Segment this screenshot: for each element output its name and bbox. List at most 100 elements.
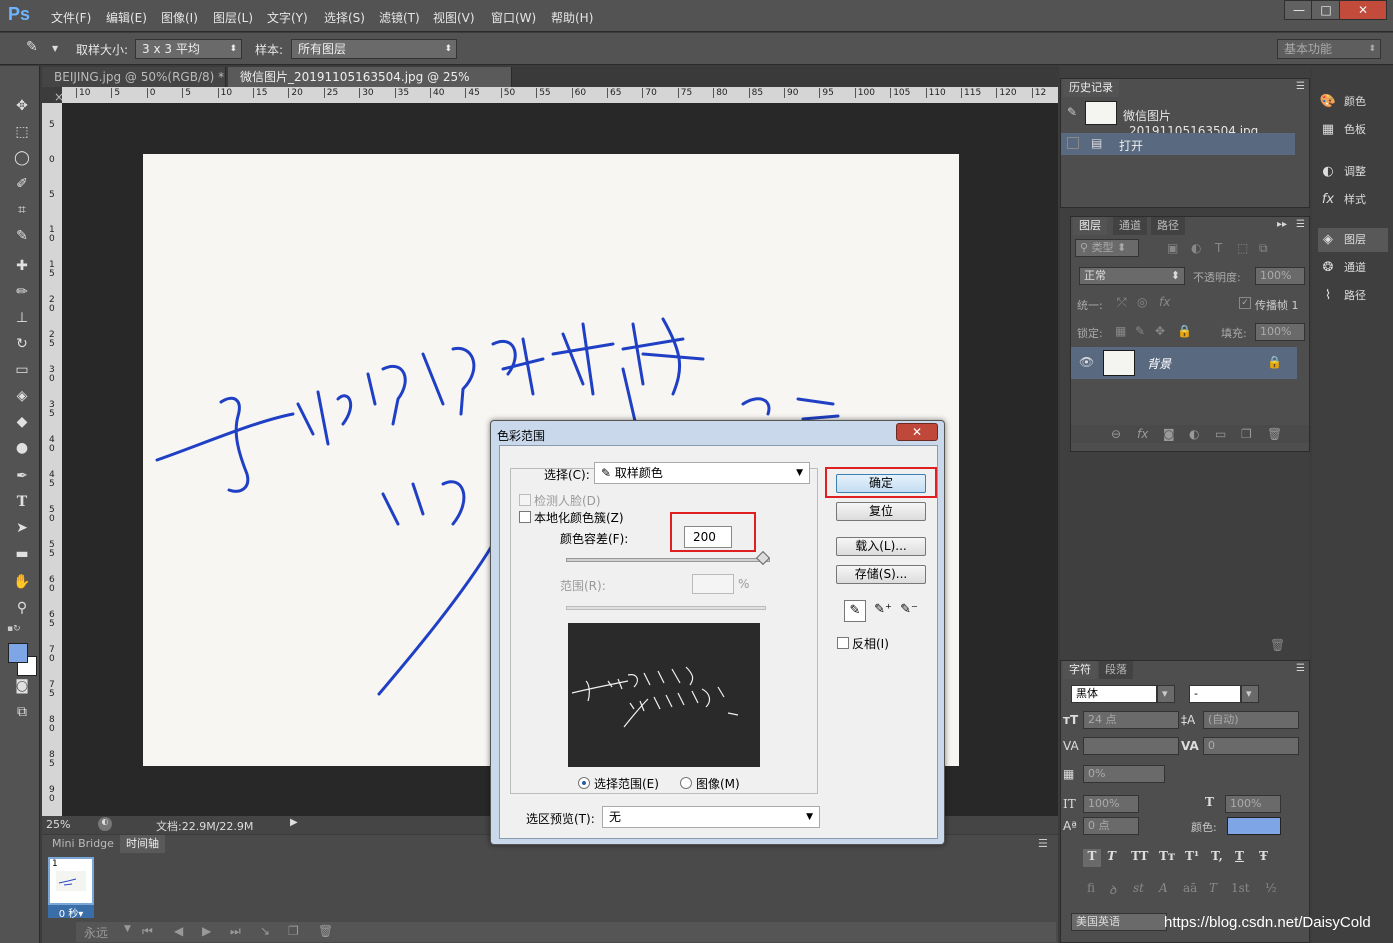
horizontal-scale-field[interactable]: 100% xyxy=(1225,795,1281,813)
frame-delay[interactable]: 0 秒▾ xyxy=(48,905,94,920)
vertical-scale-field[interactable]: 100% xyxy=(1083,795,1139,813)
menu-select[interactable]: 选择(S) xyxy=(324,9,365,26)
workspace-select[interactable]: 基本功能 ⬍ xyxy=(1277,39,1381,59)
close-window-button[interactable]: ✕ xyxy=(1339,0,1387,20)
crop-tool-icon[interactable]: ⌗ xyxy=(12,200,32,220)
filter-pixel-icon[interactable]: ▣ xyxy=(1167,241,1178,255)
tracking-field[interactable]: 0 xyxy=(1203,737,1299,755)
swatches-panel-button[interactable]: ▦ 色板 xyxy=(1318,118,1388,142)
eyedropper-tool-icon[interactable]: ✎ xyxy=(26,39,38,55)
dodge-tool-icon[interactable]: ● xyxy=(12,438,32,458)
opacity-field[interactable]: 100% xyxy=(1255,267,1305,285)
menu-window[interactable]: 窗口(W) xyxy=(491,9,536,26)
old-style-button[interactable]: ꝺ xyxy=(1109,881,1116,898)
invert-checkbox[interactable] xyxy=(837,637,849,649)
path-select-icon[interactable]: ➤ xyxy=(12,518,32,538)
unify-position-icon[interactable]: ⤱ xyxy=(1117,295,1127,310)
lock-transparent-icon[interactable]: ▦ xyxy=(1115,324,1126,338)
zoom-level[interactable]: 25% xyxy=(46,818,70,831)
loop-chevron-icon[interactable]: ▼ xyxy=(124,924,131,934)
tab-mini-bridge[interactable]: Mini Bridge xyxy=(46,835,120,853)
fractions-button[interactable]: ½ xyxy=(1265,881,1277,895)
tab-wechat-image[interactable]: 微信图片_20191105163504.jpg @ 25%(RGB/8) × xyxy=(228,67,512,104)
quick-mask-icon[interactable]: ◙ xyxy=(12,676,32,696)
panel-menu-icon[interactable]: ☰ xyxy=(1296,219,1305,230)
tab-character[interactable]: 字符 xyxy=(1063,661,1097,679)
layer-filter-select[interactable]: ⚲ 类型 ⬍ xyxy=(1075,239,1139,257)
ordinals-button[interactable]: 1st xyxy=(1231,881,1250,895)
kerning-field[interactable] xyxy=(1083,737,1179,755)
hand-tool-icon[interactable]: ✋ xyxy=(12,572,32,592)
fuzziness-slider-track[interactable] xyxy=(566,558,770,562)
pen-tool-icon[interactable]: ✒ xyxy=(12,466,32,486)
menu-help[interactable]: 帮助(H) xyxy=(551,9,593,26)
font-style-field[interactable]: - xyxy=(1189,685,1241,703)
load-button[interactable]: 载入(L)... xyxy=(836,537,926,556)
tab-layers[interactable]: 图层 xyxy=(1073,217,1107,235)
selection-preview-dropdown[interactable]: 无 ▼ xyxy=(602,806,820,828)
new-group-icon[interactable]: ▭ xyxy=(1215,427,1226,441)
type-tool-icon[interactable]: T xyxy=(12,492,32,512)
add-mask-icon[interactable]: ◙ xyxy=(1163,427,1175,441)
selection-radio[interactable] xyxy=(578,777,590,789)
maximize-button[interactable]: □ xyxy=(1311,0,1341,20)
menu-file[interactable]: 文件(F) xyxy=(51,9,91,26)
default-colors-icon[interactable]: ▪↻ xyxy=(7,624,21,634)
font-family-chevron-icon[interactable]: ▾ xyxy=(1157,685,1175,703)
swash-button[interactable]: A xyxy=(1159,881,1168,895)
loop-select[interactable]: 永远 xyxy=(84,924,108,941)
eraser-tool-icon[interactable]: ▭ xyxy=(12,360,32,380)
menu-layer[interactable]: 图层(L) xyxy=(213,9,253,26)
titling-button[interactable]: aā xyxy=(1183,881,1197,895)
delete-frame-icon[interactable]: 🗑 xyxy=(318,924,333,938)
collapse-icon[interactable]: ▸▸ xyxy=(1277,219,1287,230)
underline-button[interactable]: T xyxy=(1235,849,1244,863)
history-snapshot[interactable]: ✎ 微信图片_20191105163504.jpg xyxy=(1061,99,1295,138)
filter-smart-icon[interactable]: ⧉ xyxy=(1259,241,1268,256)
vscale-field[interactable]: 0% xyxy=(1083,765,1165,783)
marquee-tool-icon[interactable]: ⬚ xyxy=(12,122,32,142)
superscript-button[interactable]: T¹ xyxy=(1185,849,1199,863)
panel-menu-icon[interactable]: ☰ xyxy=(1038,837,1048,850)
screen-mode-icon[interactable]: ⧉ xyxy=(12,702,32,722)
blend-mode-select[interactable]: 正常 ⬍ xyxy=(1079,267,1185,285)
leading-field[interactable]: (自动) xyxy=(1203,711,1299,729)
lock-pixels-icon[interactable]: ✎ xyxy=(1135,324,1145,338)
tween-icon[interactable]: ↘ xyxy=(260,924,270,938)
history-checkbox[interactable] xyxy=(1067,137,1079,149)
play-icon[interactable]: ▶ xyxy=(202,924,211,938)
subscript-button[interactable]: T, xyxy=(1211,849,1223,863)
prev-frame-icon[interactable]: ◀ xyxy=(174,924,183,938)
shape-tool-icon[interactable]: ▬ xyxy=(12,544,32,564)
strikethrough-button[interactable]: Ŧ xyxy=(1259,849,1268,863)
menu-view[interactable]: 视图(V) xyxy=(433,9,475,26)
link-layers-icon[interactable]: ⊖ xyxy=(1111,427,1121,441)
font-style-chevron-icon[interactable]: ▾ xyxy=(1241,685,1259,703)
lock-all-icon[interactable]: 🔒 xyxy=(1177,324,1192,338)
new-layer-icon[interactable]: ❐ xyxy=(1241,427,1252,441)
language-select[interactable]: 美国英语 xyxy=(1071,913,1167,931)
add-style-icon[interactable]: fx xyxy=(1137,427,1148,441)
faux-bold-button[interactable]: T xyxy=(1083,849,1101,867)
baseline-field[interactable]: 0 点 xyxy=(1083,817,1139,835)
duplicate-frame-icon[interactable]: ❐ xyxy=(288,924,299,938)
layer-row-background[interactable]: 👁 背景 🔒 xyxy=(1071,347,1297,379)
text-color-swatch[interactable] xyxy=(1227,817,1281,835)
styles-panel-button[interactable]: fx 样式 xyxy=(1318,188,1388,212)
small-caps-button[interactable]: Tт xyxy=(1159,849,1175,863)
subtract-from-sample-icon[interactable]: ✎⁻ xyxy=(898,600,920,622)
delete-layer-icon[interactable]: 🗑 xyxy=(1267,427,1282,441)
clone-stamp-icon[interactable]: ⊥ xyxy=(12,308,32,328)
adjustments-panel-button[interactable]: ◐ 调整 xyxy=(1318,160,1388,184)
blur-tool-icon[interactable]: ◆ xyxy=(12,412,32,432)
filter-type-icon[interactable]: T xyxy=(1215,241,1222,255)
status-info-icon[interactable]: ◐ xyxy=(98,817,112,831)
range-slider-track[interactable] xyxy=(566,606,766,610)
unify-visibility-icon[interactable]: ◎ xyxy=(1137,295,1147,309)
color-panel-button[interactable]: 🎨 颜色 xyxy=(1318,90,1388,114)
move-tool-icon[interactable]: ✥ xyxy=(12,96,32,116)
font-size-field[interactable]: 24 点 xyxy=(1083,711,1179,729)
trash-icon[interactable]: 🗑 xyxy=(1270,638,1285,652)
channels-panel-button[interactable]: ❂ 通道 xyxy=(1318,256,1388,280)
faux-italic-button[interactable]: T xyxy=(1107,849,1116,863)
